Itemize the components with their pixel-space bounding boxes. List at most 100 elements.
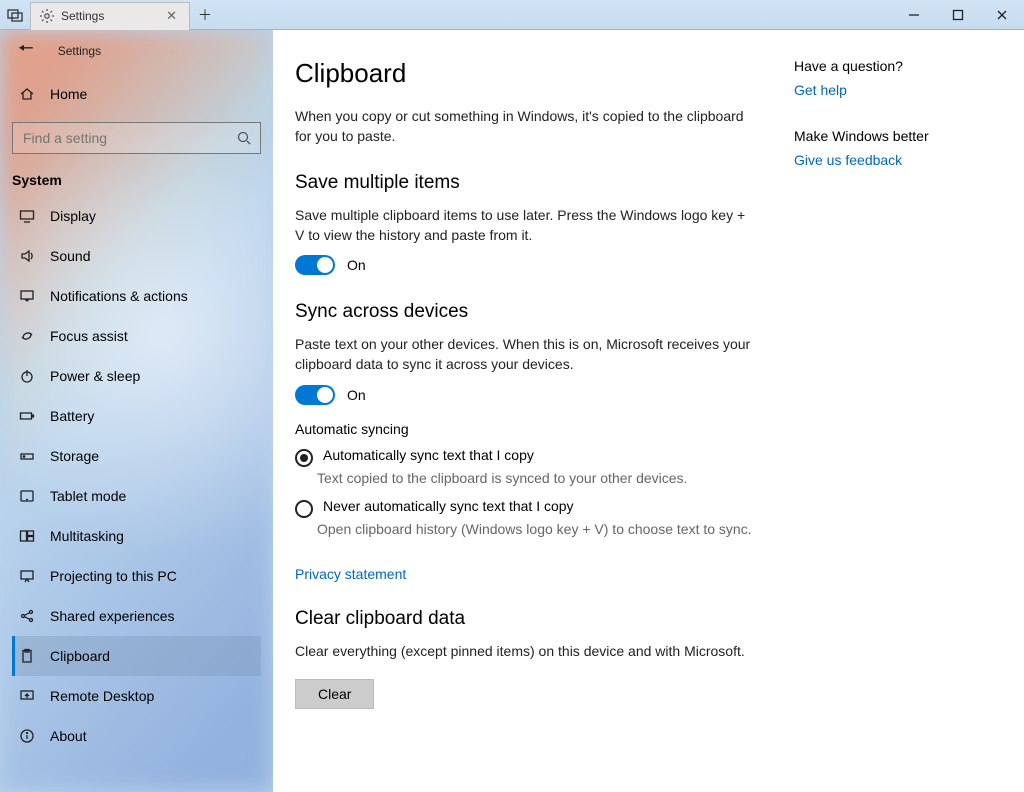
multitasking-icon [18, 527, 36, 545]
sidebar-item-label: Sound [50, 248, 90, 264]
search-icon [228, 130, 260, 146]
side-rail: Have a question? Get help Make Windows b… [794, 30, 1024, 792]
focus-assist-icon [18, 327, 36, 345]
battery-icon [18, 407, 36, 425]
sync-option-auto-desc: Text copied to the clipboard is synced t… [317, 469, 754, 489]
sidebar-item-tablet-mode[interactable]: Tablet mode [12, 476, 261, 516]
radio-selected-icon [295, 449, 313, 467]
sidebar-item-label: Display [50, 208, 96, 224]
sidebar-category: System [12, 172, 261, 188]
sync-option-never-label: Never automatically sync text that I cop… [323, 498, 574, 514]
sidebar-list: Display Sound Notifications & actions Fo… [12, 196, 261, 756]
display-icon [18, 207, 36, 225]
sidebar-item-remote-desktop[interactable]: Remote Desktop [12, 676, 261, 716]
save-heading: Save multiple items [295, 172, 754, 194]
help-heading: Have a question? [794, 58, 1004, 74]
titlebar-left: Settings ✕ ＋ [0, 0, 220, 29]
sidebar-header: 🠔 Settings [12, 30, 261, 72]
sync-toggle-row: On [295, 385, 754, 405]
sync-heading: Sync across devices [295, 301, 754, 323]
about-icon [18, 727, 36, 745]
sidebar-item-label: Power & sleep [50, 368, 140, 384]
sidebar-item-label: Notifications & actions [50, 288, 188, 304]
save-toggle-label: On [347, 257, 366, 273]
main-pane: Clipboard When you copy or cut something… [273, 30, 794, 792]
sidebar-item-label: Tablet mode [50, 488, 126, 504]
sidebar-item-label: Remote Desktop [50, 688, 154, 704]
sidebar-item-label: Focus assist [50, 328, 128, 344]
search-input[interactable] [13, 130, 228, 146]
new-tab-button[interactable]: ＋ [190, 5, 220, 25]
tab-title: Settings [61, 9, 156, 23]
home-icon [18, 85, 36, 103]
sync-option-never-desc: Open clipboard history (Windows logo key… [317, 520, 754, 540]
page-intro: When you copy or cut something in Window… [295, 107, 754, 146]
back-button[interactable]: 🠔 [12, 32, 40, 70]
sidebar-home-label: Home [50, 86, 87, 102]
clear-desc: Clear everything (except pinned items) o… [295, 642, 754, 662]
sidebar-item-label: Storage [50, 448, 99, 464]
sync-subhead: Automatic syncing [295, 421, 754, 437]
get-help-link[interactable]: Get help [794, 82, 1004, 98]
sidebar-item-projecting[interactable]: Projecting to this PC [12, 556, 261, 596]
clear-heading: Clear clipboard data [295, 608, 754, 630]
tab-close-button[interactable]: ✕ [162, 8, 181, 24]
sidebar-item-multitasking[interactable]: Multitasking [12, 516, 261, 556]
power-icon [18, 367, 36, 385]
sidebar: 🠔 Settings Home System Display Sound Not… [0, 30, 273, 792]
remote-desktop-icon [18, 687, 36, 705]
shared-experiences-icon [18, 607, 36, 625]
feedback-heading: Make Windows better [794, 128, 1004, 144]
sidebar-item-label: About [50, 728, 87, 744]
sidebar-item-focus-assist[interactable]: Focus assist [12, 316, 261, 356]
content: Clipboard When you copy or cut something… [273, 30, 1024, 792]
sidebar-item-label: Shared experiences [50, 608, 175, 624]
titlebar: Settings ✕ ＋ [0, 0, 1024, 30]
sidebar-item-label: Projecting to this PC [50, 568, 177, 584]
projecting-icon [18, 567, 36, 585]
sidebar-item-notifications[interactable]: Notifications & actions [12, 276, 261, 316]
sidebar-item-sound[interactable]: Sound [12, 236, 261, 276]
sidebar-item-about[interactable]: About [12, 716, 261, 756]
tab-settings[interactable]: Settings ✕ [30, 2, 190, 30]
maximize-button[interactable] [936, 0, 980, 29]
give-feedback-link[interactable]: Give us feedback [794, 152, 1004, 168]
sync-desc: Paste text on your other devices. When t… [295, 335, 754, 374]
sync-toggle-label: On [347, 387, 366, 403]
window-controls [892, 0, 1024, 29]
sidebar-item-display[interactable]: Display [12, 196, 261, 236]
sync-option-auto-label: Automatically sync text that I copy [323, 447, 534, 463]
app-title: Settings [58, 44, 101, 58]
sidebar-home[interactable]: Home [12, 74, 261, 114]
task-view-icon[interactable] [0, 0, 30, 30]
sync-option-auto[interactable]: Automatically sync text that I copy [295, 447, 754, 467]
sound-icon [18, 247, 36, 265]
app-body: 🠔 Settings Home System Display Sound Not… [0, 30, 1024, 792]
sidebar-item-power-sleep[interactable]: Power & sleep [12, 356, 261, 396]
page-title: Clipboard [295, 58, 754, 89]
sidebar-item-battery[interactable]: Battery [12, 396, 261, 436]
privacy-link[interactable]: Privacy statement [295, 566, 406, 582]
gear-icon [39, 8, 55, 24]
sidebar-item-label: Clipboard [50, 648, 110, 664]
sidebar-item-label: Battery [50, 408, 94, 424]
save-toggle[interactable] [295, 255, 335, 275]
save-desc: Save multiple clipboard items to use lat… [295, 206, 754, 245]
sync-option-never[interactable]: Never automatically sync text that I cop… [295, 498, 754, 518]
sidebar-item-storage[interactable]: Storage [12, 436, 261, 476]
search-box[interactable] [12, 122, 261, 154]
close-button[interactable] [980, 0, 1024, 29]
sync-toggle[interactable] [295, 385, 335, 405]
clear-button[interactable]: Clear [295, 679, 374, 709]
sidebar-item-label: Multitasking [50, 528, 124, 544]
minimize-button[interactable] [892, 0, 936, 29]
sidebar-item-clipboard[interactable]: Clipboard [12, 636, 261, 676]
radio-unselected-icon [295, 500, 313, 518]
tablet-icon [18, 487, 36, 505]
storage-icon [18, 447, 36, 465]
sidebar-item-shared-experiences[interactable]: Shared experiences [12, 596, 261, 636]
notifications-icon [18, 287, 36, 305]
clipboard-icon [18, 647, 36, 665]
titlebar-drag-area[interactable] [220, 0, 892, 29]
save-toggle-row: On [295, 255, 754, 275]
